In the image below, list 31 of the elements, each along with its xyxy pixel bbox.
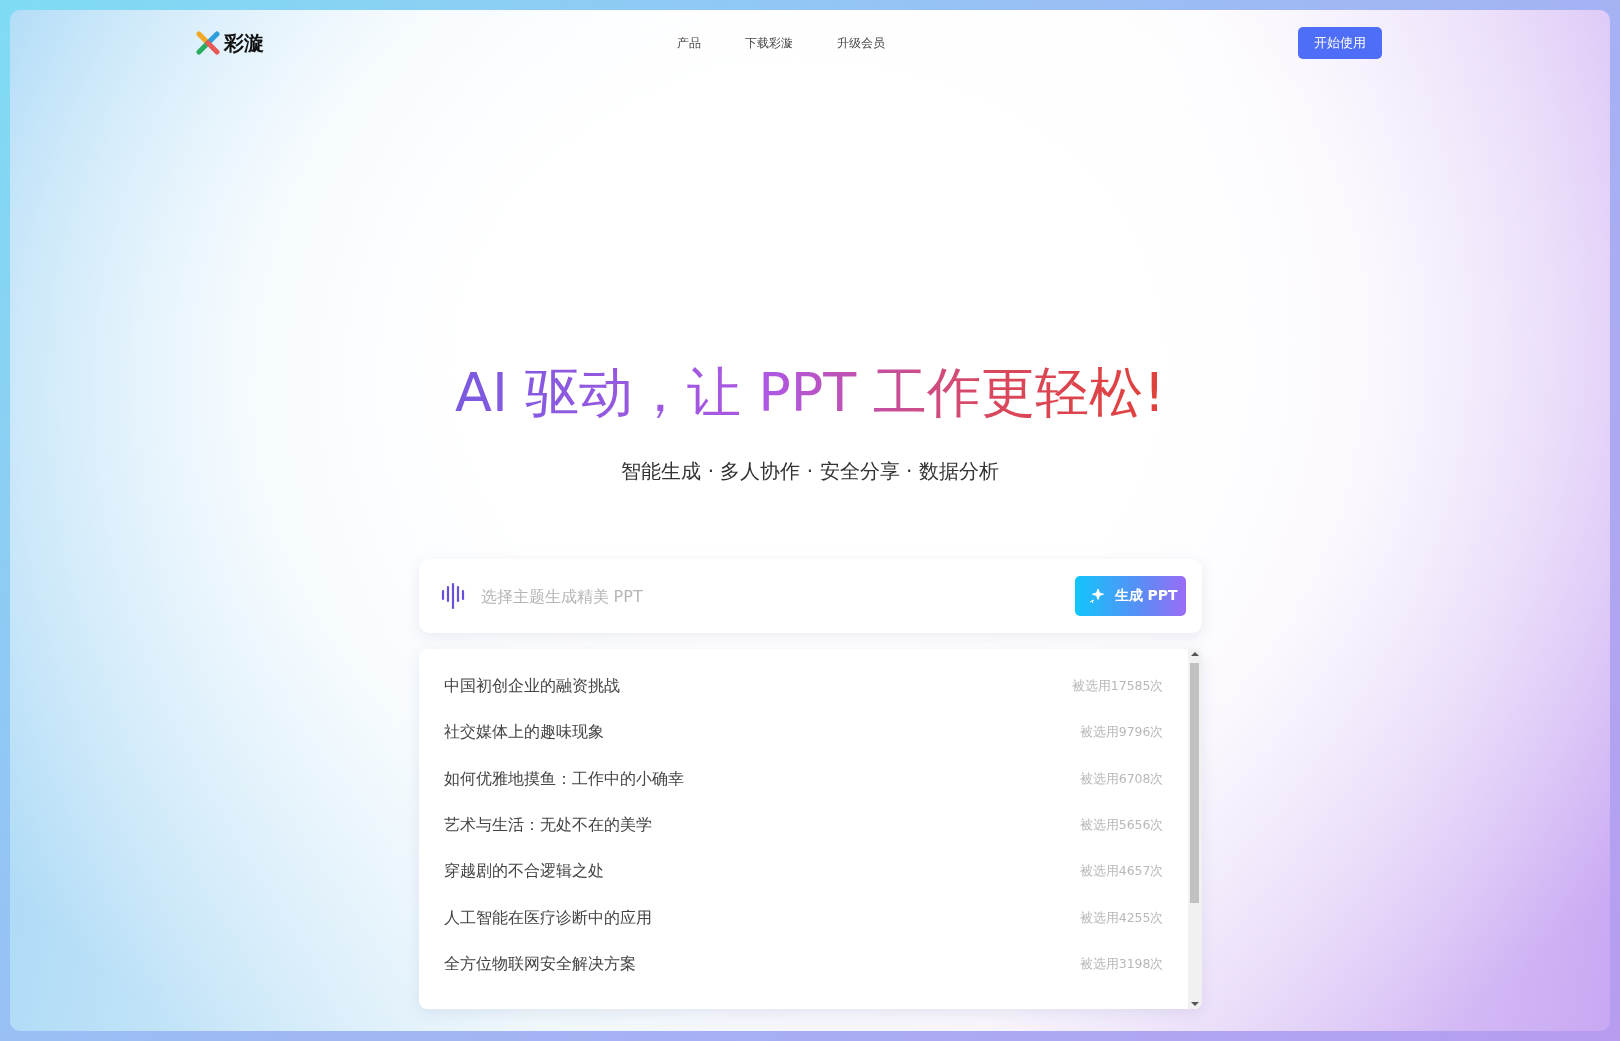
logo-icon [196, 31, 220, 55]
scrollbar[interactable] [1187, 649, 1202, 1010]
topic-input-field[interactable]: 选择主题生成精美 PPT [478, 585, 1063, 607]
topic-item[interactable]: 艺术与生活：无处不在的美学 被选用5656次 [443, 802, 1164, 849]
nav-link[interactable]: 产品 [677, 34, 701, 52]
topic-title: 艺术与生活：无处不在的美学 [443, 815, 652, 837]
nav-link[interactable]: 下载彩漩 [745, 34, 793, 52]
usage-count: 被选用5656次 [1079, 817, 1164, 835]
hero-subtitle: 智能生成 · 多人协作 · 安全分享 · 数据分析 [621, 458, 999, 486]
topic-item[interactable]: 全方位物联网安全解决方案 被选用3198次 [443, 941, 1164, 988]
topic-item[interactable]: 如何优雅地摸鱼：工作中的小确幸 被选用6708次 [443, 755, 1164, 803]
topic-item[interactable]: 社交媒体上的趣味现象 被选用9796次 [443, 709, 1164, 756]
start-button[interactable]: 开始使用 [1298, 27, 1382, 59]
usage-count: 被选用9796次 [1079, 724, 1164, 742]
topic-title: 全方位物联网安全解决方案 [443, 954, 636, 976]
topic-title: 中国初创企业的融资挑战 [443, 675, 620, 697]
topic-item[interactable]: 人工智能在医疗诊断中的应用 被选用4255次 [443, 895, 1164, 942]
topic-title: 社交媒体上的趣味现象 [443, 722, 604, 744]
logo-text[interactable]: 彩漩 [224, 29, 264, 57]
topic-title: 如何优雅地摸鱼：工作中的小确幸 [443, 768, 684, 790]
usage-count: 被选用4657次 [1079, 863, 1164, 881]
usage-count: 被选用6708次 [1079, 770, 1164, 788]
topic-item[interactable]: 穿越剧的不合逻辑之处 被选用4657次 [443, 848, 1164, 896]
topic-item[interactable]: 中国初创企业的融资挑战 被选用17585次 [443, 663, 1164, 710]
usage-count: 被选用4255次 [1079, 909, 1164, 927]
usage-count: 被选用3198次 [1079, 956, 1164, 974]
topic-title: 穿越剧的不合逻辑之处 [443, 861, 604, 883]
topic-title: 人工智能在医疗诊断中的应用 [443, 907, 652, 929]
nav-link[interactable]: 升级会员 [837, 34, 885, 52]
usage-count: 被选用17585次 [1071, 677, 1164, 695]
sparkle-icon [1088, 588, 1105, 605]
